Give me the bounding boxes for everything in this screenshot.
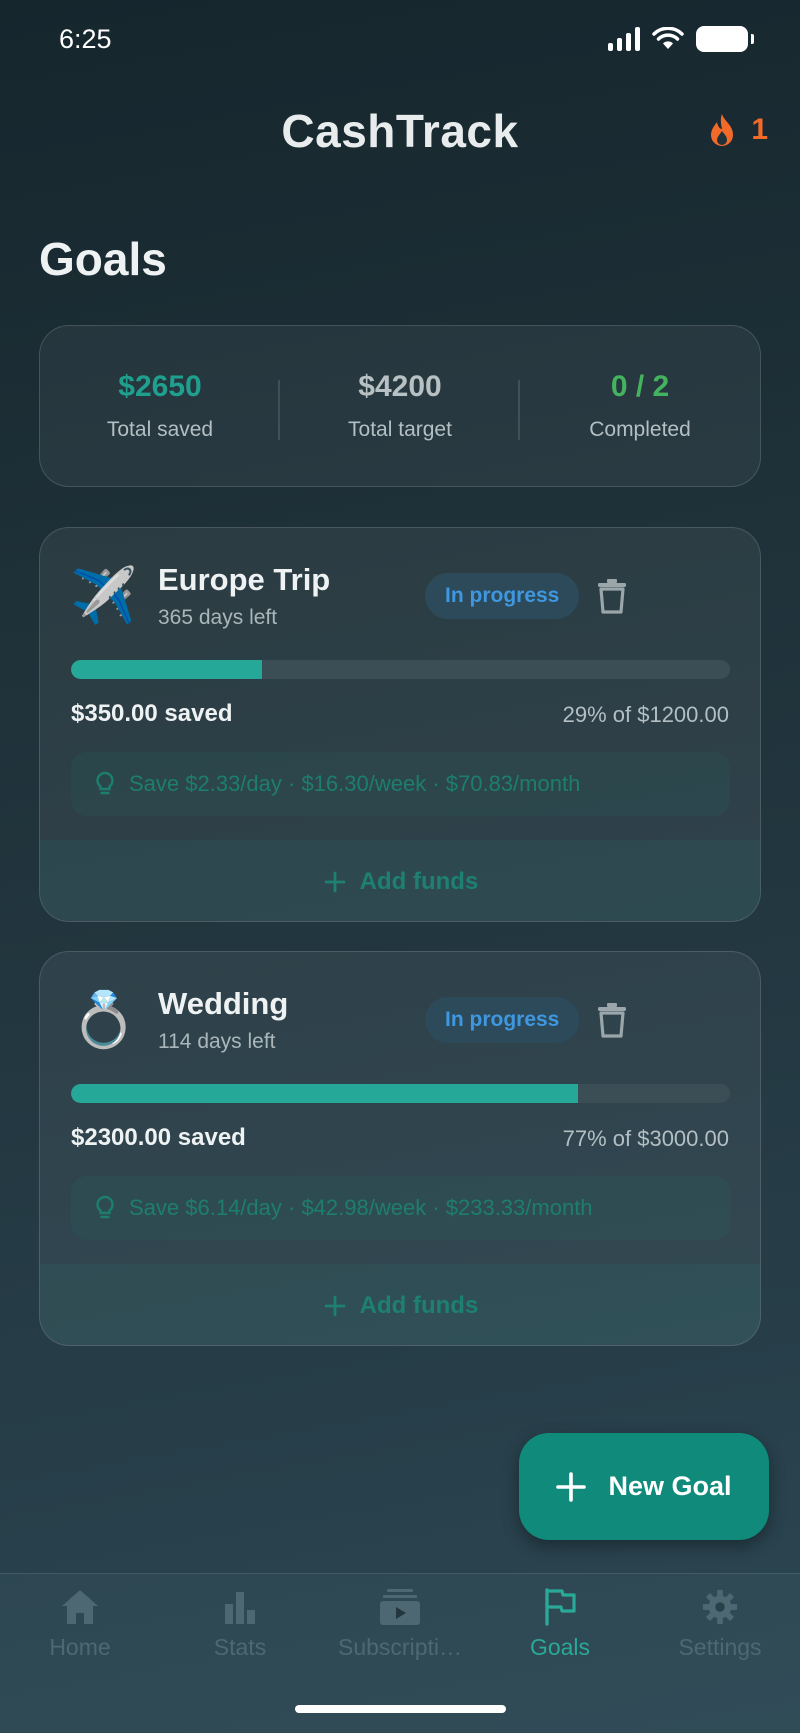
nav-item-goals[interactable]: Goals: [480, 1588, 640, 1661]
add-funds-button[interactable]: Add funds: [40, 1264, 760, 1345]
flag-icon: [545, 1588, 576, 1626]
add-funds-label: Add funds: [359, 867, 479, 895]
goal-days-left: 114 days left: [158, 1030, 276, 1053]
summary-completed: 0 / 2 Completed: [520, 370, 760, 442]
nav-item-subscriptions[interactable]: Subscripti…: [320, 1588, 480, 1661]
summary-card: $2650 Total saved $4200 Total target 0 /…: [39, 325, 761, 487]
completed-label: Completed: [589, 418, 691, 441]
goal-percent-of-target: 29% of $1200.00: [562, 702, 729, 727]
goal-saved-amount: $2300.00 saved: [71, 1124, 246, 1151]
goal-card-europe-trip[interactable]: ✈️ Europe Trip 365 days left In progress…: [39, 527, 761, 922]
wifi-icon: [652, 27, 684, 49]
plus-icon: [324, 871, 346, 892]
app-title: CashTrack: [281, 105, 519, 157]
subscriptions-icon: [380, 1589, 420, 1625]
goal-card-wedding[interactable]: 💍 Wedding 114 days left In progress $230…: [39, 951, 761, 1346]
goal-percent-of-target: 77% of $3000.00: [562, 1126, 729, 1151]
battery-icon: [696, 26, 754, 52]
gear-icon: [702, 1589, 738, 1625]
status-icons: [608, 26, 754, 52]
progress-bar: [71, 660, 730, 679]
total-target-value: $4200: [358, 370, 442, 403]
progress-bar: [71, 1084, 730, 1103]
nav-item-settings[interactable]: Settings: [640, 1588, 800, 1661]
home-indicator: [295, 1705, 506, 1713]
total-target-label: Total target: [348, 418, 452, 441]
savings-tip-text: Save $2.33/day · $16.30/week · $70.83/mo…: [129, 771, 581, 796]
nav-item-stats[interactable]: Stats: [160, 1588, 320, 1661]
ring-icon: 💍: [70, 990, 138, 1050]
trash-icon[interactable]: [596, 1002, 628, 1038]
goal-days-left: 365 days left: [158, 606, 278, 629]
total-saved-label: Total saved: [106, 418, 214, 441]
new-goal-button[interactable]: New Goal: [519, 1433, 769, 1540]
page-title: Goals: [39, 233, 167, 285]
nav-item-home[interactable]: Home: [0, 1588, 160, 1661]
nav-label-stats: Stats: [213, 1634, 267, 1660]
trash-icon[interactable]: [596, 578, 628, 614]
status-badge: In progress: [425, 997, 580, 1043]
bar-chart-icon: [225, 1592, 255, 1624]
plus-icon: [324, 1295, 346, 1316]
flame-icon: [711, 114, 734, 146]
goal-name: Europe Trip: [158, 562, 331, 597]
completed-value: 0 / 2: [610, 370, 670, 403]
savings-tip: Save $2.33/day · $16.30/week · $70.83/mo…: [71, 752, 730, 816]
status-bar: 6:25: [0, 0, 800, 80]
nav-label-home: Home: [49, 1634, 111, 1660]
progress-fill: [71, 1084, 579, 1103]
add-funds-label: Add funds: [359, 1291, 479, 1319]
airplane-icon: ✈️: [70, 566, 138, 626]
goal-saved-amount: $350.00 saved: [71, 700, 233, 727]
plus-icon: [556, 1471, 587, 1502]
nav-label-subscriptions: Subscripti…: [338, 1634, 462, 1660]
summary-total-saved: $2650 Total saved: [40, 370, 280, 442]
summary-total-target: $4200 Total target: [280, 370, 520, 442]
lightbulb-icon: [96, 771, 114, 795]
add-funds-button[interactable]: Add funds: [40, 840, 760, 921]
new-goal-label: New Goal: [608, 1471, 732, 1501]
status-time: 6:25: [59, 24, 112, 54]
streak-count: 1: [751, 113, 768, 146]
savings-tip-text: Save $6.14/day · $42.98/week · $233.33/m…: [129, 1195, 593, 1220]
streak-indicator[interactable]: 1: [707, 113, 768, 147]
nav-label-settings: Settings: [678, 1634, 762, 1660]
nav-label-goals: Goals: [529, 1634, 591, 1660]
cellular-signal-icon: [608, 27, 640, 51]
goal-name: Wedding: [158, 986, 289, 1021]
home-icon: [62, 1590, 98, 1624]
progress-fill: [71, 660, 263, 679]
total-saved-value: $2650: [118, 370, 202, 403]
lightbulb-icon: [96, 1195, 114, 1219]
savings-tip: Save $6.14/day · $42.98/week · $233.33/m…: [71, 1176, 730, 1240]
status-badge: In progress: [425, 573, 580, 619]
